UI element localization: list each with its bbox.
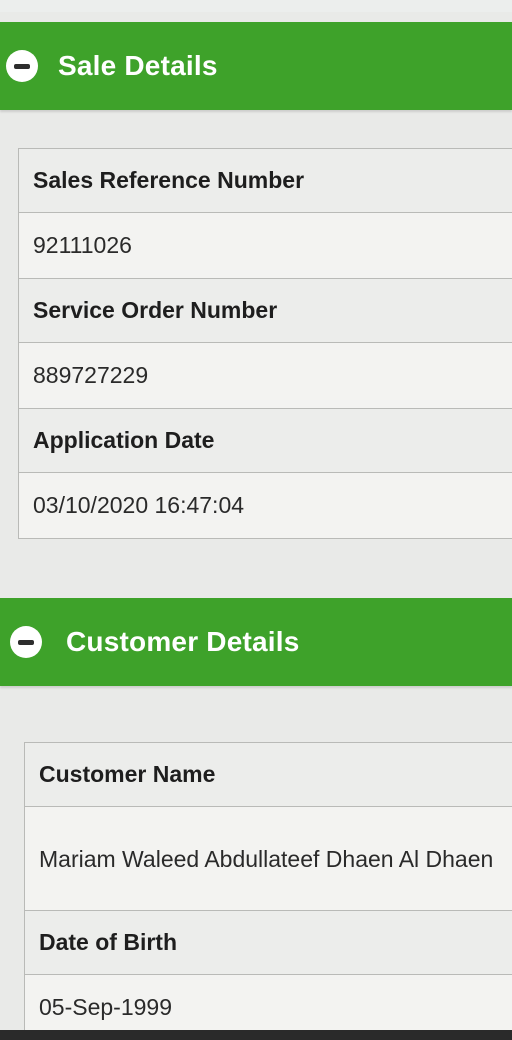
page: Sale Details Sales Reference Number 9211…	[0, 0, 512, 1040]
sale-details-section: Sale Details	[0, 22, 512, 110]
bottom-edge	[0, 1030, 512, 1040]
sale-details-table: Sales Reference Number 92111026 Service …	[18, 148, 512, 539]
collapse-minus-icon[interactable]	[10, 626, 42, 658]
customer-details-table: Customer Name Mariam Waleed Abdullateef …	[24, 742, 512, 1040]
sales-reference-number-value: 92111026	[19, 213, 512, 279]
customer-name-value: Mariam Waleed Abdullateef Dhaen Al Dhaen	[25, 807, 512, 911]
date-of-birth-label: Date of Birth	[25, 911, 512, 975]
service-order-number-label: Service Order Number	[19, 279, 512, 343]
application-date-label: Application Date	[19, 409, 512, 473]
customer-details-section: Customer Details	[0, 598, 512, 686]
customer-details-title: Customer Details	[66, 626, 300, 657]
sale-details-title: Sale Details	[58, 50, 218, 81]
sale-details-header[interactable]: Sale Details	[0, 22, 512, 110]
collapse-minus-icon[interactable]	[6, 50, 38, 82]
service-order-number-value: 889727229	[19, 343, 512, 409]
top-strip	[0, 0, 512, 12]
customer-name-label: Customer Name	[25, 743, 512, 807]
customer-details-header[interactable]: Customer Details	[0, 598, 512, 686]
application-date-value: 03/10/2020 16:47:04	[19, 473, 512, 539]
sales-reference-number-label: Sales Reference Number	[19, 149, 512, 213]
